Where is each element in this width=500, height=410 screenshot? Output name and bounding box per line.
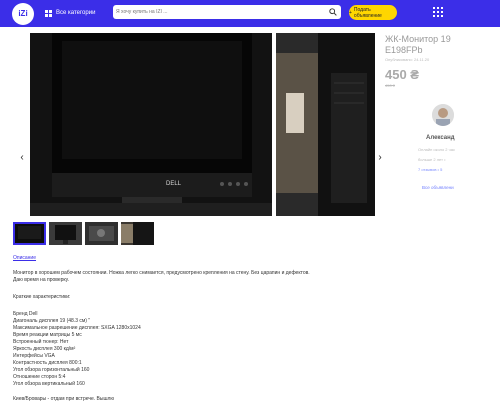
seller-card: Александ Онлайн около 2 час больше 2 лет… <box>418 100 500 200</box>
spec-line: Диагональ дисплея 19 (48.3 см) " <box>13 318 91 324</box>
monitor-photo: DELL <box>30 33 272 216</box>
spec-line: Угол обзора вертикальный 160 <box>13 381 85 387</box>
seller-online-status: Онлайн около 2 час <box>418 147 455 152</box>
side-photo[interactable] <box>276 33 375 216</box>
thumbnail[interactable] <box>121 222 154 245</box>
published-date: Опубликовано: 24.11.20 <box>385 57 430 62</box>
spec-line: Встроенный тюнер: Нет <box>13 339 69 345</box>
thumbnail[interactable] <box>85 222 118 245</box>
search-bar[interactable] <box>113 5 341 19</box>
spec-line: Интерфейсы VGA <box>13 353 55 359</box>
old-price: 450 ₴ <box>385 83 396 88</box>
avatar[interactable] <box>432 104 454 126</box>
listing-price: 450 ₴ <box>385 67 419 82</box>
spec-line: Угол обзора горизонтальный 160 <box>13 367 90 373</box>
spec-line: Контрастность дисплея 800:1 <box>13 360 82 366</box>
description-footer: Киев/Бровары - отдам при встрече. Вышлю <box>13 396 115 402</box>
thumbnail[interactable] <box>49 222 82 245</box>
listing-title: ЖК-Монитор 19 E198FPb <box>385 34 451 55</box>
spec-line: Максимальное разрешение дисплея: SXGA 12… <box>13 325 141 331</box>
tab-description[interactable]: Описание <box>13 255 36 261</box>
photo-gallery: DELL ‹ › <box>13 33 382 216</box>
monitor-back-photo <box>276 33 375 216</box>
chevron-left-icon[interactable]: ‹ <box>17 151 27 165</box>
description-line: Даю время на проверку. <box>13 277 70 283</box>
search-input[interactable] <box>116 6 326 18</box>
apps-grid-icon[interactable] <box>433 7 443 17</box>
seller-member-since: больше 2 лет • <box>418 157 446 162</box>
spec-line: Отношение сторон 5:4 <box>13 374 66 380</box>
izi-logo[interactable]: iZi <box>12 3 34 25</box>
search-icon[interactable] <box>329 8 337 16</box>
thumbnail[interactable] <box>13 222 46 245</box>
specs-heading: Краткие характеристики: <box>13 294 71 300</box>
grid-icon <box>45 10 52 17</box>
thumbnail-strip <box>13 222 154 245</box>
plus-icon: + <box>349 9 352 16</box>
all-ads-link[interactable]: Все объявлени <box>422 185 454 190</box>
description-line: Монитор в хорошем рабочем состоянии. Нож… <box>13 270 310 276</box>
seller-reviews-link[interactable]: 7 отзывов • 5 <box>418 167 442 172</box>
top-header: iZi Все категории + Подать объявление <box>0 0 500 27</box>
spec-line: Бренд Dell <box>13 311 38 317</box>
all-categories-button[interactable]: Все категории <box>45 7 95 20</box>
spec-line: Время реакции матрицы 5 мс <box>13 332 82 338</box>
all-categories-label: Все категории <box>56 10 96 16</box>
chevron-right-icon[interactable]: › <box>375 151 385 165</box>
seller-name[interactable]: Александ <box>426 135 455 141</box>
main-photo[interactable]: DELL <box>30 33 272 216</box>
spec-line: Яркость дисплея 300 кд/м² <box>13 346 76 352</box>
svg-text:DELL: DELL <box>166 181 182 187</box>
post-ad-button[interactable]: + Подать объявление <box>349 5 397 20</box>
post-ad-label: Подать объявление <box>353 6 382 19</box>
